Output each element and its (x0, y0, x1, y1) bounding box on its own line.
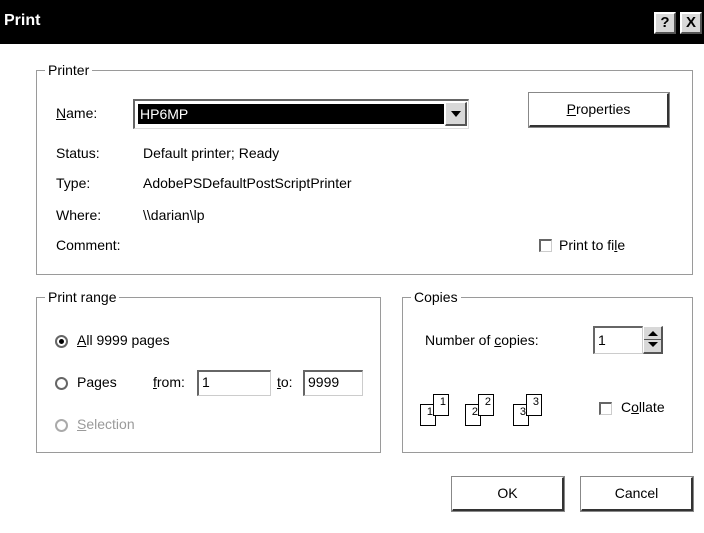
number-of-copies-label: Number of copies: (425, 332, 539, 348)
copies-spinner[interactable] (643, 326, 663, 354)
title-bar: Print ? X (0, 0, 704, 44)
page-icon: 1 (433, 394, 449, 416)
dropdown-arrow-button[interactable] (445, 102, 467, 126)
all-pages-radio[interactable] (55, 335, 68, 348)
from-page-input[interactable]: 1 (197, 370, 271, 396)
properties-button[interactable]: Properties (528, 92, 670, 128)
help-button[interactable]: ? (654, 12, 676, 34)
printer-name-dropdown[interactable]: HP6MP (133, 99, 469, 129)
selection-radio[interactable] (55, 419, 68, 432)
ok-button[interactable]: OK (451, 476, 565, 512)
where-label: Where: (56, 207, 102, 223)
cancel-button[interactable]: Cancel (580, 476, 694, 512)
all-pages-label[interactable]: All 9999 pages (77, 332, 170, 348)
print-range-group: Print range All 9999 pages Pages from: 1… (36, 289, 381, 453)
print-range-group-label: Print range (45, 289, 120, 305)
spin-up-icon (648, 331, 658, 336)
spin-down-icon (648, 342, 658, 347)
dialog-title: Print (4, 12, 41, 29)
to-label: to: (277, 374, 293, 390)
print-to-file-checkbox[interactable] (539, 239, 552, 252)
status-value: Default printer; Ready (143, 145, 280, 161)
print-to-file-label[interactable]: Print to file (559, 237, 625, 253)
printer-group: Printer Name: HP6MP Properties Status: D… (36, 62, 693, 275)
page-icon: 2 (478, 394, 494, 416)
where-value: \\darian\lp (143, 207, 205, 223)
to-page-input[interactable]: 9999 (303, 370, 363, 396)
copies-input[interactable]: 1 (593, 326, 643, 354)
close-button[interactable]: X (680, 12, 702, 34)
type-label: Type: (56, 175, 91, 191)
collate-label[interactable]: Collate (621, 399, 665, 415)
printer-group-label: Printer (45, 62, 93, 78)
copies-group-label: Copies (411, 289, 461, 305)
collate-checkbox[interactable] (599, 402, 612, 415)
status-label: Status: (56, 145, 100, 161)
printer-name-value: HP6MP (138, 104, 444, 124)
comment-label: Comment: (56, 237, 121, 253)
selection-label[interactable]: Selection (77, 416, 135, 432)
copies-group: Copies Number of copies: 1 1 1 2 2 3 3 C… (402, 289, 693, 453)
pages-radio[interactable] (55, 377, 68, 390)
page-icon: 3 (526, 394, 542, 416)
type-value: AdobePSDefaultPostScriptPrinter (143, 175, 352, 191)
from-label: from: (153, 374, 185, 390)
printer-name-label: Name: (56, 105, 98, 121)
chevron-down-icon (451, 111, 461, 117)
pages-label[interactable]: Pages (77, 374, 117, 390)
print-dialog: Print ? X Printer Name: HP6MP Properties… (0, 0, 704, 533)
